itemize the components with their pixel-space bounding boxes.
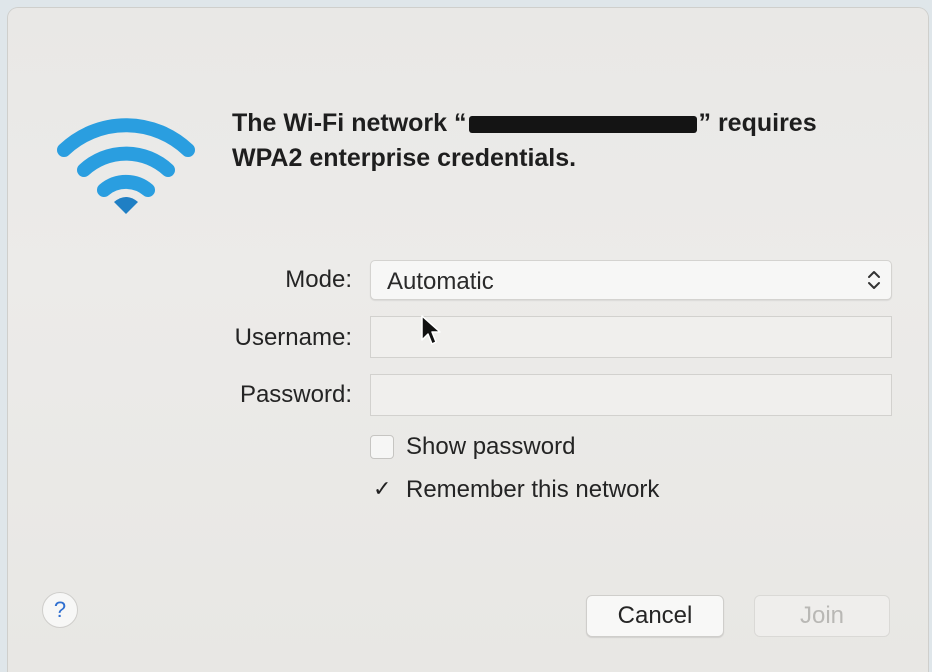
show-password-option[interactable]: Show password — [370, 432, 575, 462]
headline-suffix: ” requires — [698, 109, 817, 137]
join-button[interactable]: Join — [754, 595, 890, 637]
username-label: Username: — [234, 324, 352, 351]
help-button[interactable]: ? — [42, 592, 78, 628]
headline-line2: WPA2 enterprise credentials. — [232, 144, 577, 172]
show-password-checkbox[interactable] — [370, 435, 394, 459]
remember-network-option[interactable]: ✓ Remember this network — [370, 475, 659, 505]
cancel-button[interactable]: Cancel — [586, 595, 724, 637]
redacted-network-name — [468, 115, 697, 133]
remember-network-label: Remember this network — [406, 476, 660, 503]
dialog-message: The Wi-Fi network “ ” requires WPA2 enter… — [232, 106, 892, 176]
password-label: Password: — [239, 381, 352, 408]
mode-label: Mode: — [285, 266, 352, 293]
checkmark-icon: ✓ — [373, 476, 392, 501]
show-password-label: Show password — [406, 433, 576, 460]
mouse-pointer-icon — [421, 315, 441, 345]
mode-select[interactable]: Automatic — [370, 260, 892, 300]
password-field[interactable] — [370, 374, 892, 416]
wifi-credentials-dialog: The Wi-Fi network “ ” requires WPA2 enter… — [8, 8, 928, 672]
headline-prefix: The Wi-Fi network “ — [232, 109, 467, 137]
wifi-icon — [57, 118, 195, 214]
mode-select-value: Automatic — [387, 268, 494, 295]
remember-network-checkbox[interactable]: ✓ — [370, 476, 394, 502]
up-down-chevron-icon — [868, 271, 880, 289]
username-field[interactable] — [370, 316, 892, 358]
